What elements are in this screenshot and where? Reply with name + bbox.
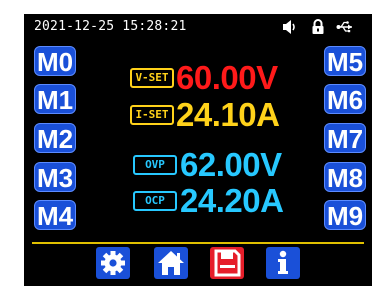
ocp-label: OCP — [133, 191, 177, 211]
memory-button-m8[interactable]: M8 — [324, 162, 366, 193]
save-icon — [214, 249, 241, 277]
memory-button-m9[interactable]: M9 — [324, 200, 366, 231]
device-frame: 2021-12-25 15:28:21 M0 M1 M2 M3 M4 M5 M6… — [0, 0, 389, 291]
memory-button-m3[interactable]: M3 — [34, 162, 76, 193]
usb-icon — [336, 19, 354, 35]
memory-button-m7[interactable]: M7 — [324, 123, 366, 154]
settings-button[interactable] — [96, 247, 130, 279]
datetime: 2021-12-25 15:28:21 — [34, 19, 187, 34]
memory-button-m5[interactable]: M5 — [324, 46, 366, 77]
vset-value[interactable]: 60.00V — [176, 61, 278, 95]
ovp-label: OVP — [133, 155, 177, 175]
gear-icon — [101, 251, 125, 275]
iset-value[interactable]: 24.10A — [176, 98, 280, 132]
lcd-screen: 2021-12-25 15:28:21 M0 M1 M2 M3 M4 M5 M6… — [24, 14, 372, 286]
memory-button-m2[interactable]: M2 — [34, 123, 76, 154]
home-icon — [158, 251, 184, 275]
vset-label: V-SET — [130, 68, 174, 88]
ocp-value[interactable]: 24.20A — [180, 184, 284, 218]
lock-icon — [310, 19, 326, 35]
bottom-divider — [32, 242, 364, 244]
memory-button-m4[interactable]: M4 — [34, 200, 76, 231]
iset-label: I-SET — [130, 105, 174, 125]
info-button[interactable] — [266, 247, 300, 279]
memory-button-m6[interactable]: M6 — [324, 84, 366, 115]
status-bar: 2021-12-25 15:28:21 — [24, 14, 372, 40]
ovp-value[interactable]: 62.00V — [180, 148, 282, 182]
save-button[interactable] — [210, 247, 244, 279]
home-button[interactable] — [154, 247, 188, 279]
speaker-icon — [282, 19, 298, 35]
memory-button-m1[interactable]: M1 — [34, 84, 76, 115]
info-icon — [278, 250, 288, 274]
memory-button-m0[interactable]: M0 — [34, 46, 76, 77]
